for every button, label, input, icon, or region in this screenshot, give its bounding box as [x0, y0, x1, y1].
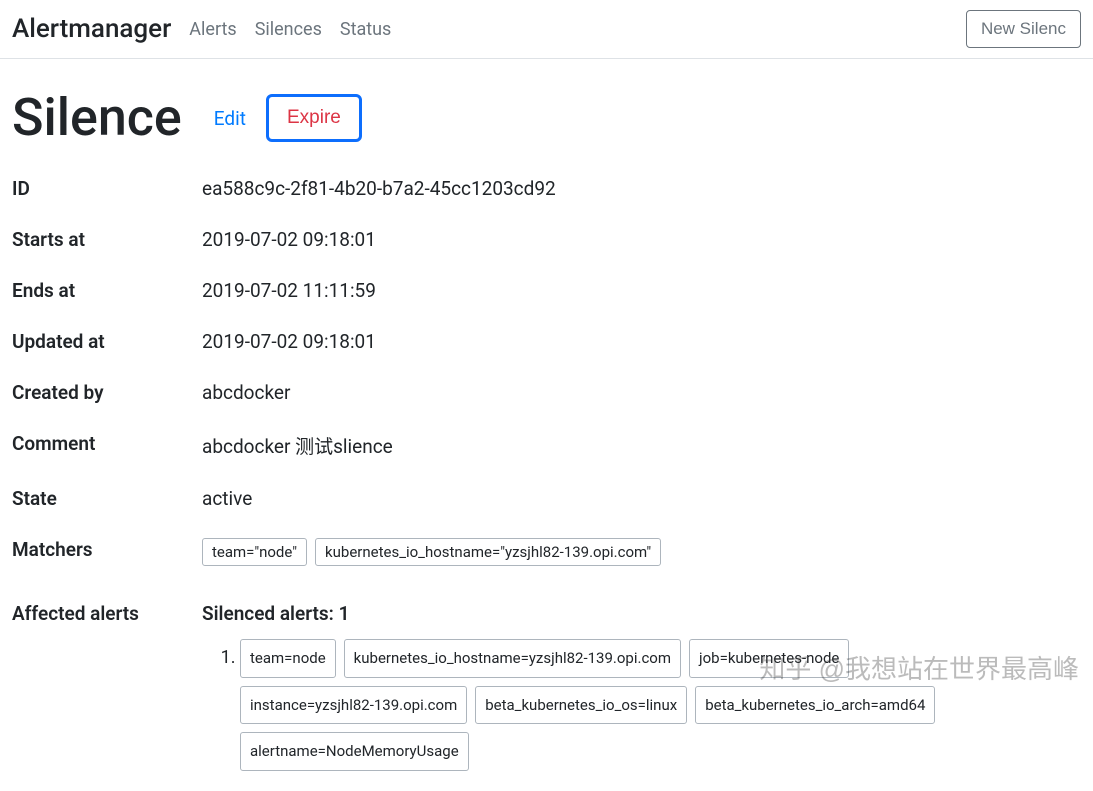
- alert-label-badge: job=kubernetes-node: [689, 639, 849, 678]
- label-state: State: [12, 487, 202, 510]
- title-row: Silence Edit Expire: [12, 87, 1081, 149]
- alert-item: team=nodekubernetes_io_hostname=yzsjhl82…: [240, 639, 1081, 779]
- navbar: Alertmanager Alerts Silences Status New …: [0, 0, 1093, 59]
- page-title: Silence: [12, 87, 182, 149]
- alert-label-badge: kubernetes_io_hostname=yzsjhl82-139.opi.…: [344, 639, 681, 678]
- nav-left: Alertmanager Alerts Silences Status: [12, 14, 391, 44]
- label-starts-at: Starts at: [12, 228, 202, 251]
- label-comment: Comment: [12, 432, 202, 455]
- label-created-by: Created by: [12, 381, 202, 404]
- new-silence-button[interactable]: New Silenc: [966, 10, 1081, 48]
- matcher-badge: kubernetes_io_hostname="yzsjhl82-139.opi…: [315, 538, 661, 566]
- nav-alerts[interactable]: Alerts: [189, 19, 236, 40]
- label-updated-at: Updated at: [12, 330, 202, 353]
- expire-button[interactable]: Expire: [266, 94, 362, 142]
- alert-label-badge: instance=yzsjhl82-139.opi.com: [240, 686, 467, 725]
- label-ends-at: Ends at: [12, 279, 202, 302]
- alert-label-badge: alertname=NodeMemoryUsage: [240, 732, 469, 771]
- value-ends-at: 2019-07-02 11:11:59: [202, 279, 1081, 302]
- row-created-by: Created by abcdocker: [12, 381, 1081, 404]
- value-created-by: abcdocker: [202, 381, 1081, 404]
- label-affected-alerts: Affected alerts: [12, 602, 202, 625]
- label-matchers: Matchers: [12, 538, 202, 561]
- matcher-badge: team="node": [202, 538, 307, 566]
- affected-heading: Silenced alerts: 1: [202, 602, 1081, 625]
- alert-label-badge: beta_kubernetes_io_arch=amd64: [695, 686, 935, 725]
- alert-list: team=nodekubernetes_io_hostname=yzsjhl82…: [202, 639, 1081, 779]
- value-comment: abcdocker 测试slience: [202, 432, 1081, 459]
- value-updated-at: 2019-07-02 09:18:01: [202, 330, 1081, 353]
- row-ends-at: Ends at 2019-07-02 11:11:59: [12, 279, 1081, 302]
- affected-container: Silenced alerts: 1 team=nodekubernetes_i…: [202, 602, 1081, 779]
- value-id: ea588c9c-2f81-4b20-b7a2-45cc1203cd92: [202, 177, 1081, 200]
- row-state: State active: [12, 487, 1081, 510]
- matchers-container: team="node" kubernetes_io_hostname="yzsjh…: [202, 538, 1081, 574]
- row-matchers: Matchers team="node" kubernetes_io_hostna…: [12, 538, 1081, 574]
- value-state: active: [202, 487, 1081, 510]
- alert-label-badge: beta_kubernetes_io_os=linux: [475, 686, 687, 725]
- value-starts-at: 2019-07-02 09:18:01: [202, 228, 1081, 251]
- alert-label-badge: team=node: [240, 639, 336, 678]
- row-comment: Comment abcdocker 测试slience: [12, 432, 1081, 459]
- row-affected-alerts: Affected alerts Silenced alerts: 1 team=…: [12, 602, 1081, 779]
- brand[interactable]: Alertmanager: [12, 14, 171, 44]
- row-id: ID ea588c9c-2f81-4b20-b7a2-45cc1203cd92: [12, 177, 1081, 200]
- label-id: ID: [12, 177, 202, 200]
- nav-status[interactable]: Status: [340, 19, 391, 40]
- row-starts-at: Starts at 2019-07-02 09:18:01: [12, 228, 1081, 251]
- edit-link[interactable]: Edit: [214, 107, 246, 130]
- nav-silences[interactable]: Silences: [255, 19, 322, 40]
- content: Silence Edit Expire ID ea588c9c-2f81-4b2…: [0, 59, 1093, 791]
- row-updated-at: Updated at 2019-07-02 09:18:01: [12, 330, 1081, 353]
